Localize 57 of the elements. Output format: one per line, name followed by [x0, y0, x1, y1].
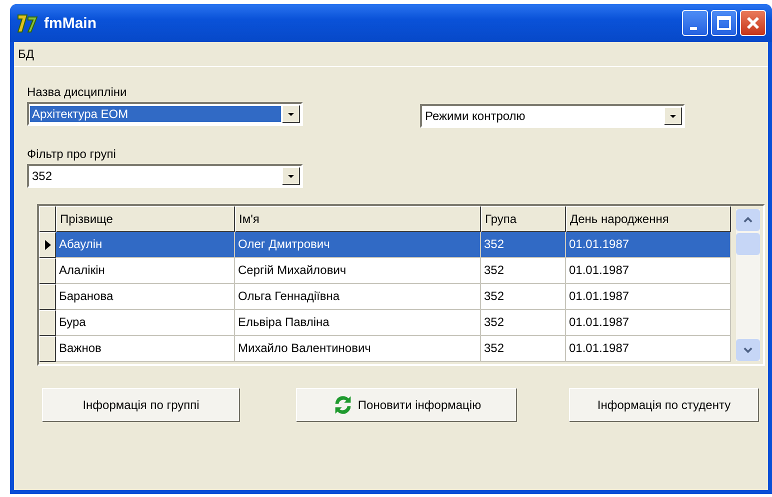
column-header[interactable]: Ім'я [235, 206, 481, 232]
minimize-button[interactable] [682, 10, 708, 36]
table-cell: Важнов [56, 336, 235, 362]
table-cell: Бура [56, 310, 235, 336]
row-indicator[interactable] [39, 310, 56, 336]
table-cell: 01.01.1987 [566, 336, 731, 362]
dropdown-button[interactable] [664, 107, 682, 125]
table-cell: 352 [481, 232, 566, 258]
table-cell: Абаулін [56, 232, 235, 258]
table-cell: 01.01.1987 [566, 232, 731, 258]
table-cell: Сергій Михайлович [235, 258, 481, 284]
table-cell: 352 [481, 284, 566, 310]
column-header[interactable]: Прізвище [56, 206, 235, 232]
table-row[interactable]: Бура Ельвіра Павліна 352 01.01.1987 [39, 310, 731, 336]
row-indicator[interactable] [39, 336, 56, 362]
scroll-thumb[interactable] [736, 233, 760, 255]
dropdown[interactable]: Архітектура ЕОМ [27, 102, 303, 126]
close-button[interactable] [740, 10, 766, 36]
scroll-up-button[interactable] [736, 209, 760, 231]
column-header[interactable]: Група [481, 206, 566, 232]
maximize-icon [714, 13, 734, 33]
table-cell: 352 [481, 258, 566, 284]
table-row[interactable]: Алалікін Сергій Михайлович 352 01.01.1987 [39, 258, 731, 284]
table-cell: Ольга Геннадіївна [235, 284, 481, 310]
table-row[interactable]: Важнов Михайло Валентинович 352 01.01.1987 [39, 336, 731, 362]
refresh-button[interactable]: Поновити інформацію [296, 388, 517, 422]
menu-item[interactable]: БД [14, 47, 40, 61]
dropdown[interactable]: Режими контролю [420, 104, 685, 128]
maximize-button[interactable] [711, 10, 737, 36]
table-cell: Ельвіра Павліна [235, 310, 481, 336]
table-cell: 01.01.1987 [566, 310, 731, 336]
table-cell: Алалікін [56, 258, 235, 284]
row-pointer-icon [44, 240, 52, 250]
window-title: fmMain [44, 14, 96, 32]
scrollbar[interactable] [736, 209, 760, 361]
table-cell: 352 [481, 310, 566, 336]
dropdown-button[interactable] [282, 105, 300, 123]
table-cell: Олег Дмитрович [235, 232, 481, 258]
table-cell: 01.01.1987 [566, 284, 731, 310]
table-cell: Михайло Валентинович [235, 336, 481, 362]
scroll-down-button[interactable] [736, 339, 760, 361]
column-header[interactable]: День народження [566, 206, 731, 232]
table-cell: Баранова [56, 284, 235, 310]
button[interactable]: Інформація по студенту [569, 388, 759, 422]
row-indicator[interactable] [39, 258, 56, 284]
minimize-icon [690, 26, 696, 30]
dropdown-button[interactable] [282, 167, 300, 185]
field-label: Назва дисципліни [27, 85, 128, 101]
row-indicator[interactable] [39, 284, 56, 310]
table-row[interactable]: Баранова Ольга Геннадіївна 352 01.01.1987 [39, 284, 731, 310]
field-label: Фільтр про групі [27, 147, 117, 163]
table-row[interactable]: Абаулін Олег Дмитрович 352 01.01.1987 [39, 232, 731, 258]
dropdown[interactable]: 352 [27, 164, 303, 188]
row-indicator[interactable] [39, 232, 56, 258]
button[interactable]: Інформація по группі [42, 388, 240, 422]
table-cell: 01.01.1987 [566, 258, 731, 284]
table-cell: 352 [481, 336, 566, 362]
